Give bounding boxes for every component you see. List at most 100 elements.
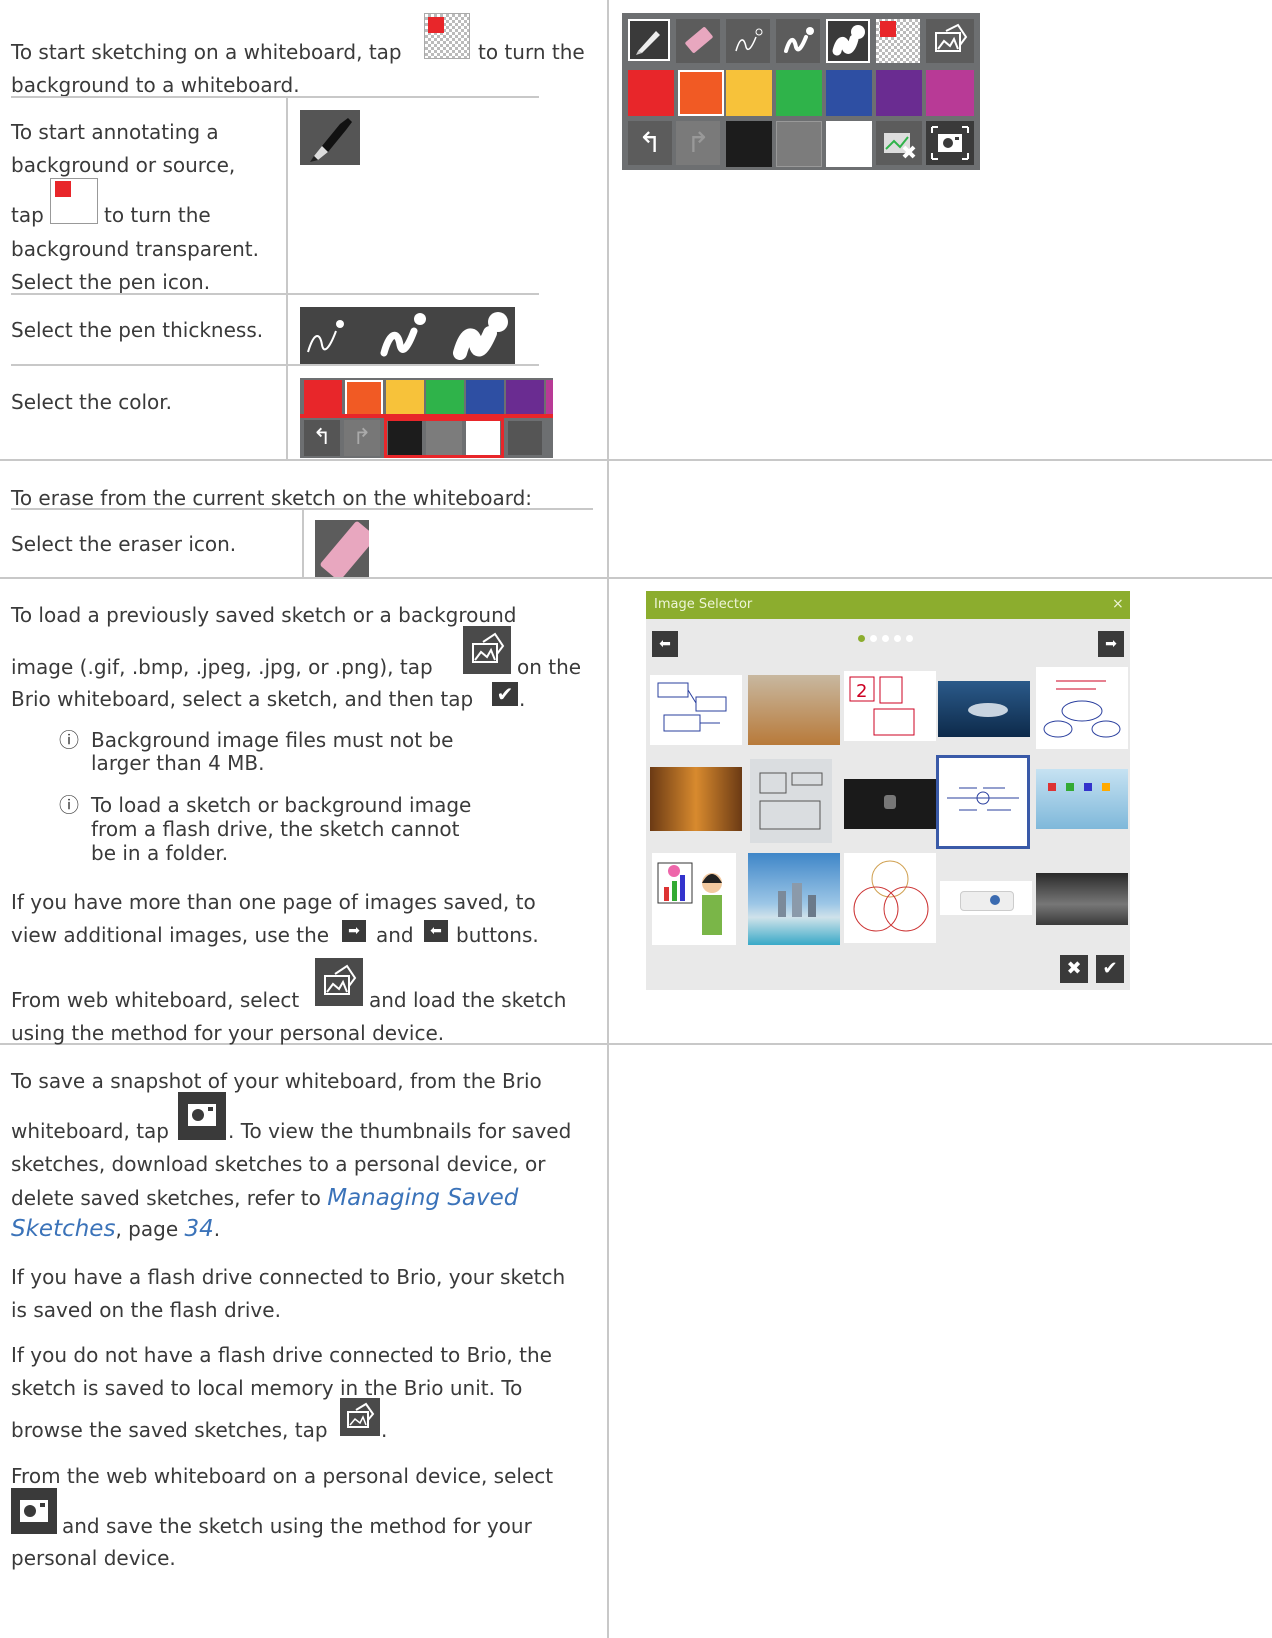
next-arrow-icon: ➡ <box>342 920 366 942</box>
load-text-line1: To load a previously saved sketch or a b… <box>11 603 517 627</box>
transparent-background-icon <box>50 178 98 224</box>
thumbnail-mindmap[interactable] <box>1036 667 1128 749</box>
snapshot-camera-icon <box>178 1092 226 1140</box>
check-icon: ✔ <box>492 682 518 706</box>
thumbnail-skyline[interactable] <box>748 853 840 945</box>
web-save-text-line2: and save the sketch using the method for… <box>62 1514 532 1538</box>
image-selector-title: Image Selector <box>654 597 753 612</box>
thumbnail-storm[interactable] <box>1036 873 1128 925</box>
clear-sketch-icon <box>876 121 922 165</box>
confirm-button[interactable]: ✔ <box>1096 955 1124 983</box>
eraser-icon <box>315 520 369 577</box>
thumbnail-flowchart[interactable] <box>650 675 742 745</box>
flash-text-line2: is saved on the flash drive. <box>11 1298 281 1322</box>
thumbnail-shark[interactable] <box>938 681 1030 737</box>
thumbnail-desert[interactable] <box>748 675 840 745</box>
managing-saved-sketches-link[interactable]: Managing Saved <box>327 1185 518 1211</box>
load-text-line2-end: on the <box>517 655 582 679</box>
cancel-button[interactable]: ✖ <box>1060 955 1088 983</box>
intro-text-line1-end: to turn the <box>478 40 585 64</box>
thumbnail-dark-logo[interactable] <box>844 779 936 829</box>
color-green <box>776 70 822 116</box>
thumbnail-diagram-selected[interactable] <box>936 755 1030 849</box>
note-1-line1: Background image files must not be <box>91 728 454 752</box>
thumbnail-presenter[interactable] <box>652 853 736 945</box>
next-page-button[interactable]: ➡ <box>1098 631 1124 657</box>
pages-and: and <box>376 923 414 947</box>
web-load-text-line1-end: and load the sketch <box>369 988 567 1012</box>
web-save-text-line1: From the web whiteboard on a personal de… <box>11 1464 554 1488</box>
color-magenta <box>926 70 974 116</box>
color-red <box>628 70 674 116</box>
previous-page-button[interactable]: ⬅ <box>652 631 678 657</box>
info-icon: ⓘ <box>59 793 79 817</box>
undo-icon: ↰ <box>628 121 672 165</box>
thumbnail-wireframe[interactable] <box>750 759 832 843</box>
pen-tool-icon <box>628 19 670 61</box>
pen-thickness-text: Select the pen thickness. <box>11 318 264 342</box>
color-orange <box>678 70 724 116</box>
thumbnail-tiger[interactable] <box>650 767 742 831</box>
save-text-line5: Sketches, page 34. <box>11 1216 221 1242</box>
page-34-link[interactable]: 34 <box>184 1216 213 1242</box>
eraser-text: Select the eraser icon. <box>11 532 237 556</box>
note-2-line1: To load a sketch or background image <box>91 793 472 817</box>
previous-arrow-icon: ⬅ <box>424 920 448 942</box>
inner-column-divider <box>302 509 304 577</box>
erase-heading: To erase from the current sketch on the … <box>11 486 533 510</box>
snapshot-camera-icon <box>11 1488 57 1534</box>
medium-pen-icon <box>776 19 820 63</box>
save-text-line2-end: . To view the thumbnails for saved <box>228 1119 572 1143</box>
annotate-text-4: Select the pen icon. <box>11 270 211 294</box>
load-text-line3-end: . <box>519 687 526 711</box>
annotate-tap-end: to turn the <box>104 203 211 227</box>
color-yellow <box>726 70 772 116</box>
column-divider <box>607 0 609 1638</box>
save-text-line2: whiteboard, tap <box>11 1119 169 1143</box>
color-white <box>826 121 872 167</box>
annotate-text-2: background or source, <box>11 153 236 177</box>
web-save-text-line3: personal device. <box>11 1546 176 1570</box>
local-text-end: . <box>381 1418 388 1442</box>
inner-divider <box>11 96 539 98</box>
row-divider-1 <box>0 459 1272 461</box>
annotate-tap: tap <box>11 203 44 227</box>
local-text-line3: browse the saved sketches, tap <box>11 1418 328 1442</box>
save-text-line4: delete saved sketches, refer to Managing… <box>11 1185 519 1211</box>
redo-icon: ↱ <box>676 121 720 165</box>
image-load-icon <box>340 1398 380 1436</box>
thumbnail-desktop[interactable] <box>1036 769 1128 829</box>
note-1-line2: larger than 4 MB. <box>91 751 265 775</box>
close-icon[interactable]: × <box>1112 596 1124 613</box>
image-selector-header: Image Selector × <box>646 591 1130 619</box>
annotate-text-3: background transparent. <box>11 237 259 261</box>
load-text-line2: image (.gif, .bmp, .jpeg, .jpg, or .png)… <box>11 655 433 679</box>
color-black <box>726 121 772 167</box>
image-load-icon <box>926 19 974 63</box>
color-blue <box>826 70 872 116</box>
info-icon: ⓘ <box>59 728 79 752</box>
inner-divider <box>11 364 286 366</box>
thumbnail-venn[interactable] <box>844 853 936 943</box>
image-load-icon <box>463 626 511 674</box>
whiteboard-toolbar: ↰ ↱ <box>622 13 980 170</box>
pages-text-line1: If you have more than one page of images… <box>11 890 536 914</box>
pen-icon <box>300 110 360 165</box>
local-text-line1: If you do not have a flash drive connect… <box>11 1343 552 1367</box>
thumbnail-doodles[interactable]: 2 <box>844 671 936 741</box>
thin-pen-icon <box>726 19 770 63</box>
color-purple <box>876 70 922 116</box>
managing-saved-sketches-link[interactable]: Sketches <box>11 1216 115 1242</box>
intro-text-line1: To start sketching on a whiteboard, tap <box>11 40 402 64</box>
thumbnail-projector[interactable] <box>940 881 1032 915</box>
inner-divider <box>286 364 539 366</box>
note-2-line3: be in a folder. <box>91 841 229 865</box>
color-gray <box>776 121 822 167</box>
pages-buttons: buttons. <box>456 923 539 947</box>
web-load-text-line1: From web whiteboard, select <box>11 988 300 1012</box>
local-text-line2: sketch is saved to local memory in the B… <box>11 1376 523 1400</box>
row-divider-2 <box>0 577 1272 579</box>
image-load-icon <box>315 958 363 1006</box>
inner-divider <box>11 293 539 295</box>
image-selector-dialog: Image Selector × ⬅ ➡ 2 ✖ ✔ <box>646 591 1130 990</box>
